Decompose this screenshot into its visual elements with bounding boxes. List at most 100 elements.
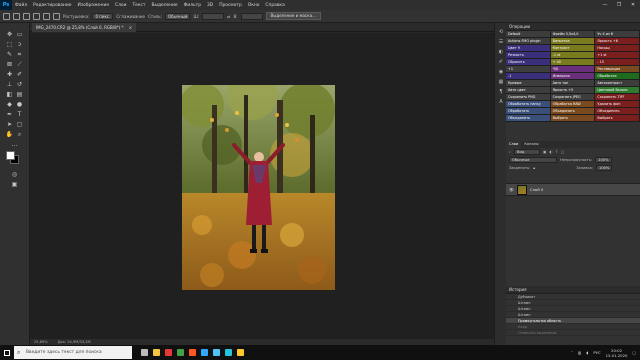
history-panel-icon[interactable]: ⟲: [498, 29, 504, 35]
action-button[interactable]: +1 st: [595, 52, 640, 59]
action-button[interactable]: Выбрать: [595, 115, 640, 122]
taskbar-search-box[interactable]: ⌕ Введите здесь текст для поиска: [14, 346, 132, 359]
swatches-panel-icon[interactable]: ▦: [498, 79, 504, 85]
action-button[interactable]: Выбрать: [550, 115, 596, 122]
gradient-tool-icon[interactable]: ▤: [15, 91, 24, 99]
app-icon-2-taskbar-button[interactable]: [234, 345, 246, 360]
brush-tool-icon[interactable]: ✐: [15, 71, 24, 79]
width-input[interactable]: [202, 12, 225, 20]
blur-tool-icon[interactable]: ◆: [5, 101, 14, 109]
select-and-mask-button[interactable]: Выделение и маска...: [265, 12, 321, 20]
history-brush-tool-icon[interactable]: ↺: [15, 81, 24, 89]
menu-item-3d[interactable]: 3D: [204, 3, 216, 8]
history-item[interactable]: Отменить выделение: [506, 330, 640, 336]
keyboard-language[interactable]: РУС: [593, 350, 600, 355]
path-selection-tool-icon[interactable]: ➤: [5, 121, 14, 129]
lock-icon[interactable]: 🔒︎: [533, 166, 535, 170]
action-button[interactable]: Обработать папку: [506, 101, 551, 108]
history-panel-title[interactable]: История: [506, 286, 640, 294]
tray-chevron-icon[interactable]: ˄: [571, 350, 573, 355]
task-view-taskbar-button[interactable]: [138, 345, 150, 360]
photoshop-logo[interactable]: Ps: [0, 0, 12, 10]
tab-layers[interactable]: Слои: [506, 141, 522, 148]
action-button[interactable]: Сохранить TIFF: [595, 94, 640, 101]
glyphs-panel-icon[interactable]: A: [498, 99, 504, 105]
screen-mode-icon[interactable]: ▣: [10, 181, 19, 189]
action-button[interactable]: Реставрация: [595, 66, 640, 73]
hand-tool-icon[interactable]: ✋: [5, 131, 14, 139]
action-button[interactable]: Контраст: [550, 45, 596, 52]
filter-shape-icon[interactable]: ▢: [561, 150, 564, 154]
action-button[interactable]: Авто цвет: [506, 87, 551, 94]
action-button[interactable]: Сохранить JPEG: [550, 94, 596, 101]
artboard-tool-icon[interactable]: ▭: [15, 31, 24, 39]
photoshop-taskbar-button[interactable]: [198, 345, 210, 360]
dodge-tool-icon[interactable]: ●: [15, 101, 24, 109]
rectangle-tool-icon[interactable]: ▢: [15, 121, 24, 129]
marquee-tool-icon[interactable]: [13, 12, 20, 20]
eyedropper-tool-icon[interactable]: ⟋: [15, 61, 24, 69]
smoothing-checkbox[interactable]: Сглаживание: [116, 14, 145, 19]
maximize-icon[interactable]: ❐: [612, 0, 626, 10]
file-explorer-taskbar-button[interactable]: [150, 345, 162, 360]
action-button[interactable]: Уч 4 из 6: [595, 31, 640, 38]
menu-item-type[interactable]: Текст: [129, 3, 148, 8]
canvas-area[interactable]: [30, 33, 494, 339]
actions-panel-title[interactable]: Операции: [506, 23, 640, 31]
notifications-icon[interactable]: ▢: [632, 350, 636, 355]
layer-kind-filter[interactable]: Вид: [514, 149, 541, 155]
lasso-tool-icon[interactable]: ↄ: [15, 41, 24, 49]
frame-tool-icon[interactable]: ⊠: [5, 61, 14, 69]
brushes-panel-icon[interactable]: ✐: [498, 59, 504, 65]
quick-selection-tool-icon[interactable]: ✎: [5, 51, 14, 59]
lightroom-taskbar-button[interactable]: [210, 345, 222, 360]
eraser-tool-icon[interactable]: ◧: [5, 91, 14, 99]
marquee-tool-icon[interactable]: ⬚: [5, 41, 14, 49]
action-button[interactable]: -1 st: [550, 52, 596, 59]
network-icon[interactable]: ▥: [578, 350, 582, 355]
foreground-color-swatch[interactable]: [6, 151, 15, 160]
action-button[interactable]: Обработка RAW: [550, 101, 596, 108]
action-button[interactable]: Кривые: [506, 80, 551, 87]
action-button[interactable]: Actions FMO plugin: [506, 38, 551, 45]
yandex-taskbar-button[interactable]: [186, 345, 198, 360]
layer-row[interactable]: 👁︎ Слой 0: [506, 183, 640, 196]
healing-brush-tool-icon[interactable]: ✚: [5, 71, 14, 79]
action-button[interactable]: Объединить: [595, 108, 640, 115]
action-button[interactable]: Фрейм 3,5x4,0: [550, 31, 596, 38]
menu-item-help[interactable]: Справка: [262, 3, 287, 8]
action-button[interactable]: Сбросить: [506, 59, 551, 66]
action-button[interactable]: Сохранить PNG: [506, 94, 551, 101]
menu-item-file[interactable]: Файл: [12, 3, 30, 8]
height-input[interactable]: [240, 12, 263, 20]
home-icon[interactable]: [3, 12, 10, 20]
action-button[interactable]: Обработать: [506, 108, 551, 115]
minimize-icon[interactable]: —: [598, 0, 612, 10]
crop-tool-icon[interactable]: ⌗: [15, 51, 24, 59]
action-button[interactable]: Резкость: [506, 52, 551, 59]
properties-panel-icon[interactable]: ☰: [498, 39, 504, 45]
action-button[interactable]: Объединить: [506, 115, 551, 122]
action-button[interactable]: Яркость +6: [595, 38, 640, 45]
pen-tool-icon[interactable]: ✒: [5, 111, 14, 119]
new-selection-icon[interactable]: [23, 12, 30, 20]
quick-mask-icon[interactable]: ◎: [10, 171, 19, 179]
feather-input[interactable]: 0 пикс.: [92, 12, 114, 20]
color-panel-icon[interactable]: ◉: [498, 69, 504, 75]
layer-name[interactable]: Слой 0: [530, 187, 544, 192]
menu-item-filter[interactable]: Фильтр: [181, 3, 204, 8]
volume-icon[interactable]: ◖: [586, 350, 588, 355]
add-selection-icon[interactable]: [33, 12, 40, 20]
menu-item-view[interactable]: Просмотр: [216, 3, 245, 8]
filter-adjustment-icon[interactable]: ◐: [549, 150, 552, 154]
menu-item-select[interactable]: Выделение: [148, 3, 180, 8]
tab-close-icon[interactable]: ×: [129, 25, 132, 30]
adjustments-panel-icon[interactable]: ◐: [498, 49, 504, 55]
action-button[interactable]: -1: [506, 73, 551, 80]
action-button[interactable]: +1: [506, 66, 551, 73]
paragraph-panel-icon[interactable]: ¶: [498, 89, 504, 95]
action-button[interactable]: + 40: [550, 59, 596, 66]
chrome-taskbar-button[interactable]: [174, 345, 186, 360]
document-tab[interactable]: IMG_2470.CR2 @ 25,8% (Слой 0, RGB/8*) * …: [32, 23, 137, 32]
close-icon[interactable]: ✕: [626, 0, 640, 10]
